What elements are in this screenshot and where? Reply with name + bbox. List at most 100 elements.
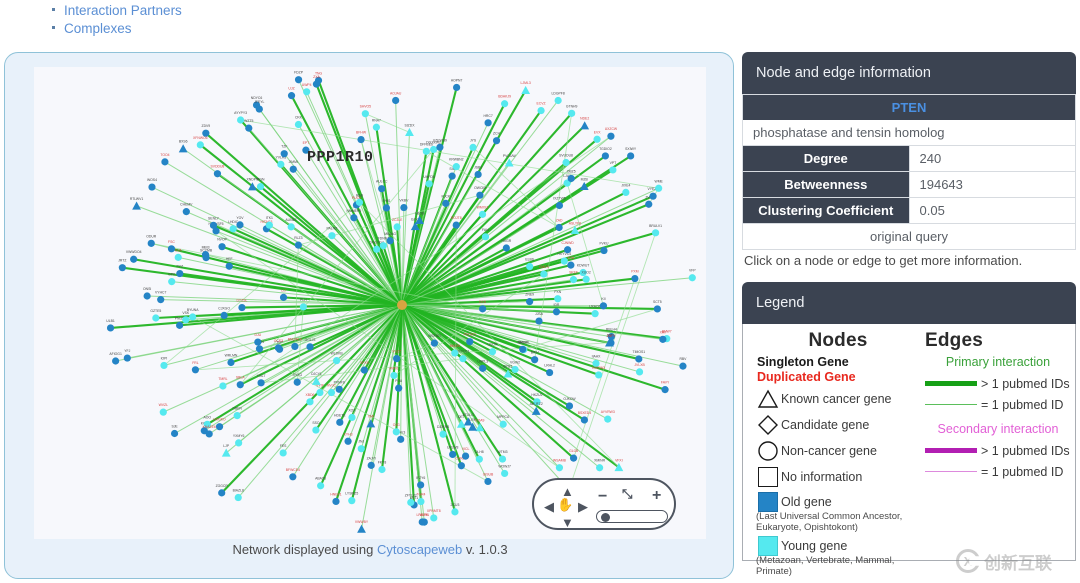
svg-text:VYHC7: VYHC7	[155, 291, 166, 295]
svg-text:HKZU2: HKZU2	[531, 393, 542, 397]
svg-text:AWJFZ2: AWJFZ2	[530, 402, 543, 406]
svg-text:BDAKJ9: BDAKJ9	[498, 95, 511, 99]
svg-text:HXGR: HXGR	[501, 239, 511, 243]
svg-text:AYVRW3: AYVRW3	[601, 410, 615, 414]
svg-text:ABAX5: ABAX5	[315, 477, 326, 481]
svg-text:WLDKB: WLDKB	[331, 352, 344, 356]
svg-text:SBLA: SBLA	[236, 376, 245, 380]
click-hint-text: Click on a node or edge to get more info…	[744, 253, 1023, 268]
svg-text:XOX: XOX	[348, 408, 356, 412]
svg-text:ASLYF6: ASLYF6	[569, 221, 581, 225]
original-query-note: original query	[742, 223, 1076, 250]
hub-node-label: PPP1R10	[307, 149, 374, 166]
svg-text:ZNF9: ZNF9	[607, 334, 616, 338]
svg-text:RBV: RBV	[679, 357, 687, 361]
legend-item-no-information: No information	[755, 464, 921, 490]
svg-text:VKBV: VKBV	[399, 199, 409, 203]
nav-link-complexes[interactable]: Complexes	[64, 21, 132, 36]
svg-text:OCE3: OCE3	[274, 339, 283, 343]
svg-text:HRC7: HRC7	[483, 114, 492, 118]
network-graph-canvas[interactable]: BNW7 RBLH4 JOT ZNF9 XAV JJSA JVLXB TIMOS1 RBV IIA…	[34, 67, 706, 539]
svg-text:KYA: KYA	[568, 256, 575, 260]
svg-text:AYYPY3: AYYPY3	[234, 111, 247, 115]
svg-text:SCT5: SCT5	[653, 300, 662, 304]
svg-text:ULB1: ULB1	[106, 319, 115, 323]
svg-text:SREU: SREU	[518, 340, 528, 344]
svg-text:ZCJLE: ZCJLE	[392, 218, 403, 222]
svg-text:SXIWY: SXIWY	[625, 147, 637, 151]
svg-text:SFX9: SFX9	[360, 361, 369, 365]
nav-link-interaction-partners[interactable]: Interaction Partners	[64, 3, 182, 18]
metric-value-betweenness: 194643	[908, 171, 1076, 198]
pan-down-icon[interactable]: ▼	[561, 516, 574, 529]
thin-green-line-icon	[921, 403, 981, 406]
svg-text:ETULG: ETULG	[463, 413, 475, 417]
legend-item-primary-many: > 1 pubmed IDs	[921, 373, 1075, 394]
pan-hand-icon[interactable]: ✋	[557, 498, 573, 511]
gene-description-row: phosphatase and tensin homolog	[742, 120, 1076, 146]
svg-text:AOJAU: AOJAU	[390, 91, 402, 95]
nav-item-interaction-partners[interactable]: Interaction Partners	[52, 2, 740, 20]
legend-sub-old-gene: (Last Universal Common Ancestor, Eukaryo…	[756, 511, 903, 533]
zoom-slider-knob[interactable]	[601, 512, 610, 522]
zoom-out-icon[interactable]: −	[598, 488, 607, 506]
svg-text:LRF: LRF	[469, 418, 475, 422]
svg-text:JIXE4: JIXE4	[621, 183, 630, 187]
pan-right-icon[interactable]: ▶	[578, 500, 588, 513]
svg-text:AVRI1: AVRI1	[389, 366, 399, 370]
pan-pad[interactable]: ▲ ▼ ◀ ▶ ✋	[542, 484, 590, 529]
metric-label-degree: Degree	[742, 145, 909, 172]
svg-text:JJSA: JJSA	[535, 312, 544, 316]
svg-text:BNUWL6: BNUWL6	[288, 337, 302, 341]
pan-zoom-control[interactable]: ▲ ▼ ◀ ▶ ✋ − ⤡ +	[532, 478, 676, 530]
legend-label-young-gene: Young gene	[781, 539, 848, 553]
network-caption: Network displayed using Cytoscapeweb v. …	[5, 542, 735, 557]
zoom-slider[interactable]	[596, 510, 668, 523]
legend-label-no-information: No information	[781, 470, 863, 484]
metric-label-clustering-coefficient: Clustering Coefficient	[742, 197, 909, 224]
svg-text:PLH: PLH	[300, 298, 307, 302]
gene-description: phosphatase and tensin homolog	[742, 120, 1076, 146]
svg-text:KJCK: KJCK	[441, 194, 450, 198]
legend-edges-column: Edges Primary interaction > 1 pubmed IDs…	[921, 330, 1075, 578]
table-row: Betweenness 194643	[742, 171, 1076, 198]
svg-text:AULCC: AULCC	[376, 180, 388, 184]
right-column: Node and edge information PTEN phosphata…	[742, 52, 1076, 577]
legend-panel-header: Legend	[742, 282, 1076, 324]
svg-text:JSB3: JSB3	[474, 165, 482, 169]
svg-text:YOV: YOV	[236, 216, 244, 220]
svg-text:IOPI: IOPI	[161, 356, 168, 360]
nav-item-complexes[interactable]: Complexes	[52, 20, 740, 38]
cytoscapeweb-link[interactable]: Cytoscapeweb	[377, 542, 462, 557]
svg-text:VPT: VPT	[610, 161, 617, 165]
legend-label-secondary-many: > 1 pubmed IDs	[981, 443, 1070, 458]
svg-text:ZAJYI: ZAJYI	[367, 456, 376, 460]
svg-text:EOA9: EOA9	[475, 418, 484, 422]
svg-text:GGLJ3: GGLJ3	[305, 338, 316, 342]
svg-text:ZCH: ZCH	[493, 132, 501, 136]
caption-version: v. 1.0.3	[465, 542, 508, 557]
svg-text:WOWJ7: WOWJ7	[498, 464, 511, 468]
svg-text:GZTE5: GZTE5	[150, 309, 161, 313]
zoom-in-icon[interactable]: +	[652, 487, 661, 505]
svg-text:PALNS: PALNS	[326, 227, 338, 231]
metric-value-degree: 240	[908, 145, 1076, 172]
fit-to-screen-icon[interactable]: ⤡	[622, 486, 632, 502]
svg-text:NDE2: NDE2	[580, 117, 589, 121]
pan-left-icon[interactable]: ◀	[544, 500, 554, 513]
svg-text:KRWBN2: KRWBN2	[449, 158, 464, 162]
svg-text:YFJ: YFJ	[124, 349, 130, 353]
svg-text:GVA: GVA	[175, 248, 183, 252]
svg-text:UJZ: UJZ	[288, 87, 294, 91]
svg-text:EVX: EVX	[594, 130, 602, 134]
legend-sub-young-gene: (Metazoan, Vertebrate, Mammal, Primate)	[756, 555, 895, 577]
svg-text:WME: WME	[655, 179, 664, 183]
legend-label-primary-one: = 1 pubmed ID	[981, 397, 1064, 412]
svg-text:RBLH4: RBLH4	[606, 328, 617, 332]
svg-text:RNA7: RNA7	[372, 118, 381, 122]
svg-text:CBOB: CBOB	[415, 211, 425, 215]
svg-text:CJNWD: CJNWD	[561, 241, 574, 245]
svg-text:JYS: JYS	[470, 138, 477, 142]
network-panel: BNW7 RBLH4 JOT ZNF9 XAV JJSA JVLXB TIMOS1 RBV IIA…	[4, 52, 734, 579]
svg-text:ELBS: ELBS	[525, 258, 534, 262]
